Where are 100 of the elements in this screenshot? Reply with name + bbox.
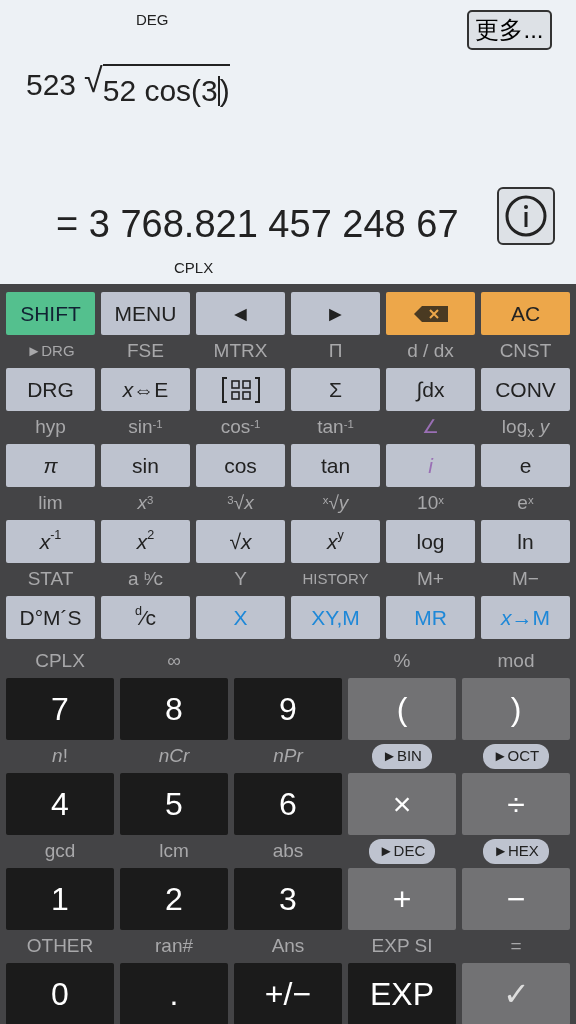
secondary-label: tan$^{-1}$ (317, 415, 354, 440)
secondary-label: STAT (27, 567, 74, 592)
secondary-label: ran# (155, 934, 193, 959)
key-button[interactable]: 7 (6, 678, 114, 740)
key-button[interactable]: EXP (348, 963, 456, 1024)
key-button[interactable]: MENU (101, 292, 190, 335)
angle-mode-label: DEG (136, 10, 169, 30)
key-button[interactable]: x$^{-1}$ (6, 520, 95, 563)
secondary-label: M− (512, 567, 539, 592)
secondary-label: MTRX (213, 339, 268, 364)
key-button[interactable]: + (348, 868, 456, 930)
secondary-label: CNST (499, 339, 552, 364)
key-button[interactable]: ) (462, 678, 570, 740)
key-button[interactable]: D°M´S (6, 596, 95, 639)
mode-pill[interactable]: ►HEX (483, 839, 549, 864)
secondary-label: Y (234, 567, 247, 592)
key-button[interactable]: x$^{y}$ (291, 520, 380, 563)
expression-text: ) (219, 73, 230, 109)
mode-pill[interactable]: ►OCT (482, 744, 550, 769)
key-button[interactable]: 9 (234, 678, 342, 740)
key-button[interactable]: 2 (120, 868, 228, 930)
secondary-label: $^{x}$√y (322, 491, 349, 516)
key-button[interactable]: − (462, 868, 570, 930)
secondary-label: sin$^{-1}$ (128, 415, 163, 440)
secondary-label: M+ (417, 567, 444, 592)
secondary-label: ∠ (422, 415, 439, 440)
key-button[interactable]: 4 (6, 773, 114, 835)
mode-pill[interactable]: ►DEC (368, 839, 436, 864)
secondary-label: OTHER (26, 934, 94, 959)
key-button[interactable]: ( (348, 678, 456, 740)
secondary-label: = (510, 934, 522, 959)
mode-pill[interactable]: ►BIN (372, 744, 432, 769)
key-button[interactable]: 6 (234, 773, 342, 835)
key-button[interactable]: ÷ (462, 773, 570, 835)
secondary-label: EXP SI (371, 934, 433, 959)
key-button[interactable]: tan (291, 444, 380, 487)
secondary-label: FSE (127, 339, 164, 364)
secondary-label: Ans (271, 934, 305, 959)
result-text: = 3 768.821 457 248 67 (56, 202, 459, 247)
expression-text: 523 (26, 67, 77, 103)
key-button[interactable]: 0 (6, 963, 114, 1024)
text-cursor (217, 75, 220, 106)
key-button[interactable]: ✓ (462, 963, 570, 1024)
secondary-label: lcm (159, 839, 189, 864)
mode-label: CPLX (174, 258, 214, 278)
key-button[interactable]: . (120, 963, 228, 1024)
more-button[interactable]: 更多... (467, 10, 552, 50)
key-button[interactable]: sin (101, 444, 190, 487)
key-button[interactable] (196, 368, 285, 411)
secondary-label: ∞ (167, 649, 181, 674)
secondary-label: cos$^{-1}$ (220, 415, 261, 440)
key-button[interactable]: π (6, 444, 95, 487)
key-button[interactable]: e (481, 444, 570, 487)
secondary-label: $^{3}$√x (227, 491, 254, 516)
key-button[interactable]: $^{d}$⁄c (101, 596, 190, 639)
key-button[interactable]: ∫dx (386, 368, 475, 411)
key-button[interactable]: 3 (234, 868, 342, 930)
secondary-label: x$^{3}$ (137, 491, 154, 516)
key-button[interactable]: √x (196, 520, 285, 563)
matrix-icon (220, 375, 261, 404)
info-button[interactable] (497, 187, 555, 245)
secondary-label: d / dx (407, 339, 454, 364)
key-button[interactable]: 1 (6, 868, 114, 930)
backspace-icon (413, 305, 448, 322)
key-button[interactable]: Σ (291, 368, 380, 411)
key-button[interactable]: ln (481, 520, 570, 563)
radical-sign: √ (84, 62, 103, 100)
secondary-label: 10$^{x}$ (417, 491, 444, 516)
key-button[interactable]: 5 (120, 773, 228, 835)
secondary-label: mod (497, 649, 535, 674)
secondary-label: nPr (273, 744, 303, 769)
secondary-label: log$_{x}$ y (501, 415, 550, 442)
key-button[interactable]: x⇔E (101, 368, 190, 411)
key-button[interactable]: +/− (234, 963, 342, 1024)
key-button[interactable]: × (348, 773, 456, 835)
key-button[interactable]: ► (291, 292, 380, 335)
secondary-label: gcd (44, 839, 76, 864)
key-button[interactable]: 8 (120, 678, 228, 740)
key-button[interactable]: DRG (6, 368, 95, 411)
key-button[interactable]: CONV (481, 368, 570, 411)
key-button[interactable]: SHIFT (6, 292, 95, 335)
info-icon (504, 194, 548, 238)
secondary-label: HISTORY (302, 569, 369, 590)
secondary-label: a $^{b}$⁄c (128, 567, 163, 592)
key-button[interactable]: x$^{2}$ (101, 520, 190, 563)
secondary-label: e$^{x}$ (517, 491, 534, 516)
key-button[interactable] (386, 292, 475, 335)
key-button[interactable]: ◄ (196, 292, 285, 335)
secondary-label: CPLX (35, 649, 85, 674)
key-button[interactable]: log (386, 520, 475, 563)
secondary-label: n! (52, 744, 68, 769)
secondary-label: lim (38, 491, 63, 516)
key-button[interactable]: AC (481, 292, 570, 335)
secondary-label: hyp (35, 415, 66, 440)
key-button[interactable]: cos (196, 444, 285, 487)
secondary-label: % (393, 649, 411, 674)
secondary-label: abs (272, 839, 304, 864)
secondary-label: ►DRG (26, 341, 75, 362)
expression-text: 52 cos(3 (102, 74, 218, 109)
secondary-label: nCr (158, 744, 190, 769)
